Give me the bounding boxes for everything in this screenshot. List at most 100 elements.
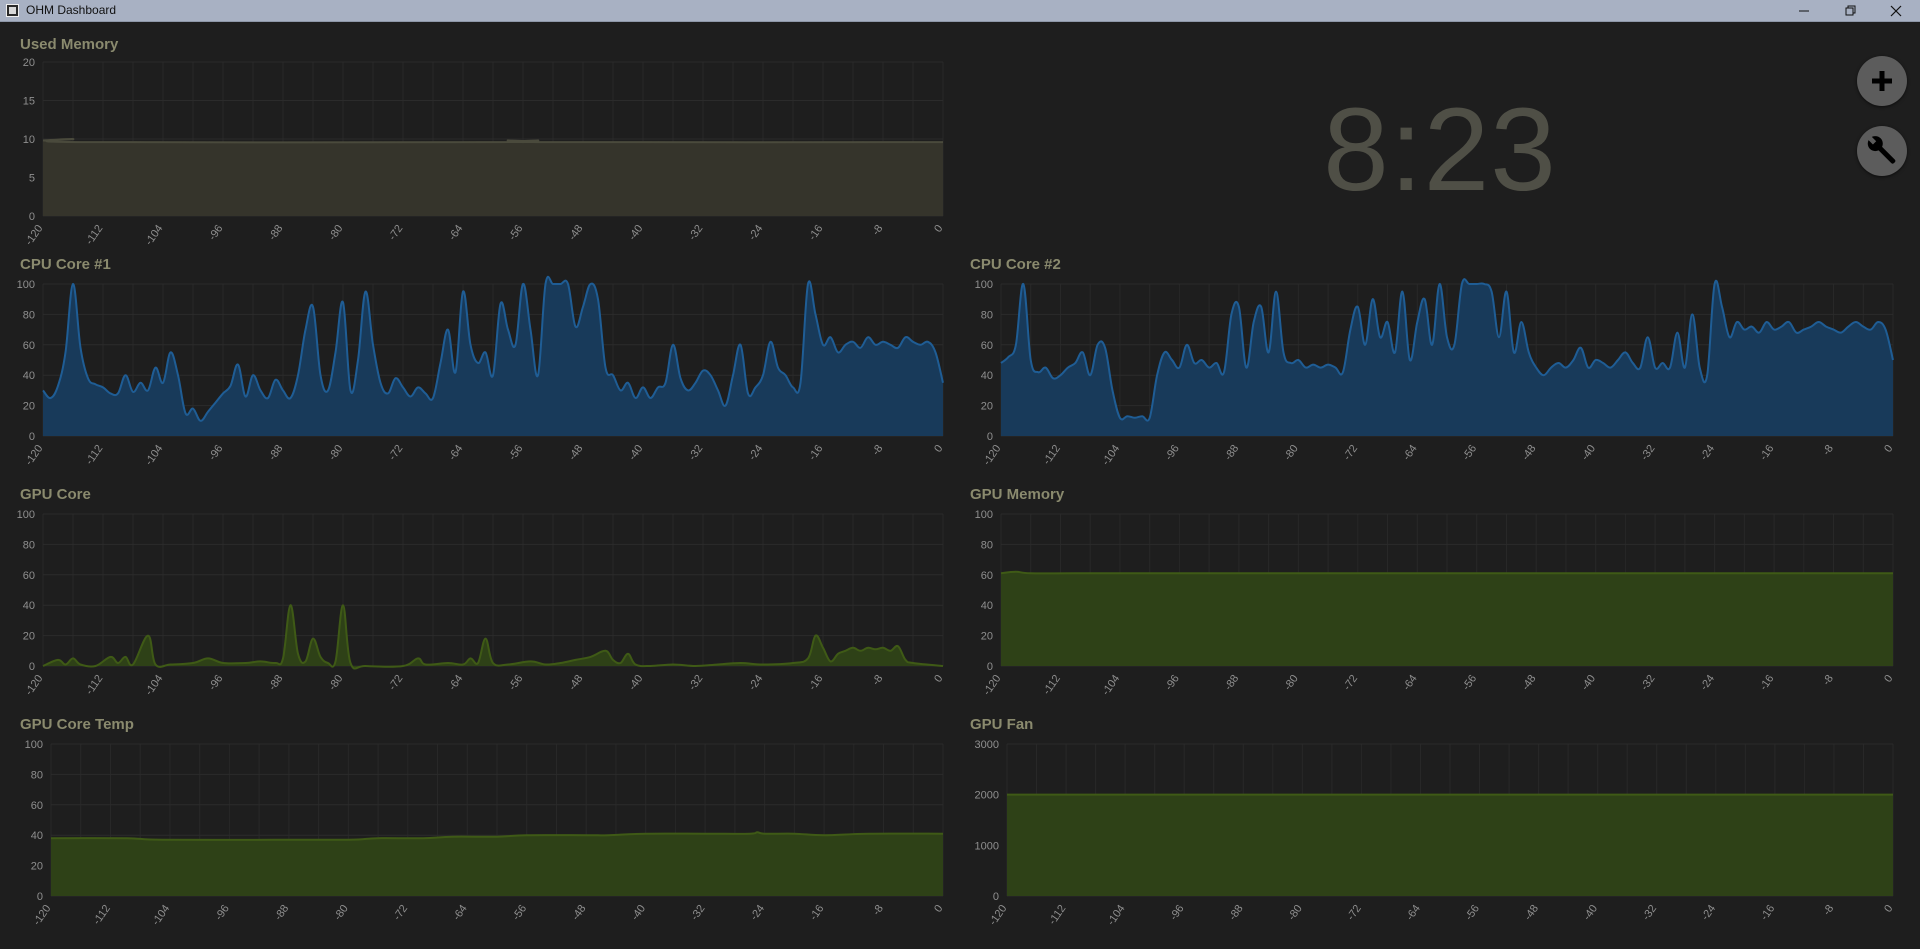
x-tick-label: -32 xyxy=(1640,903,1659,923)
x-tick-label: -72 xyxy=(1345,903,1364,923)
x-tick-label: -48 xyxy=(570,903,589,923)
x-tick-label: -88 xyxy=(267,223,286,243)
y-tick-label: 60 xyxy=(31,800,43,812)
y-tick-label: 80 xyxy=(31,769,43,781)
settings-button[interactable] xyxy=(1857,126,1907,176)
x-tick-label: 0 xyxy=(1882,903,1895,915)
x-tick-label: -16 xyxy=(807,223,826,243)
restore-button[interactable] xyxy=(1827,0,1873,22)
x-tick-label: -40 xyxy=(627,223,646,243)
gpu-memory-chart: GPU Memory 0 20 40 60 80 100 -120 -112 -104 -96 -88… xyxy=(970,486,1895,698)
y-tick-label: 3000 xyxy=(975,739,999,751)
used-memory-title: Used Memory xyxy=(20,36,119,53)
x-tick-label: -104 xyxy=(143,223,165,248)
plus-icon xyxy=(1872,71,1892,91)
x-tick-label: -32 xyxy=(687,443,706,463)
x-tick-label: -24 xyxy=(747,223,766,243)
x-tick-label: -8 xyxy=(871,903,886,918)
x-tick-label: -120 xyxy=(987,903,1009,928)
cpu-core-1-title: CPU Core #1 xyxy=(20,256,111,273)
x-tick-label: -64 xyxy=(1404,903,1423,923)
x-tick-label: -72 xyxy=(1341,673,1360,693)
x-tick-label: -80 xyxy=(1282,673,1301,693)
x-tick-label: -112 xyxy=(91,903,113,927)
wrench-icon xyxy=(1867,135,1896,164)
gpu-fan-area xyxy=(1007,794,1893,896)
x-tick-label: -16 xyxy=(807,443,826,463)
x-tick-label: -32 xyxy=(1639,673,1658,693)
cpu-core-2-chart: CPU Core #2 0 20 40 60 80 100 -120 -112 -104 -96 -8… xyxy=(970,256,1895,468)
close-icon xyxy=(1890,5,1902,17)
x-tick-label: -8 xyxy=(1821,673,1836,688)
y-tick-label: 0 xyxy=(987,431,993,443)
x-tick-label: -96 xyxy=(207,673,226,693)
x-tick-label: -96 xyxy=(213,903,232,923)
restore-icon xyxy=(1845,5,1856,16)
dashboard: Used Memory 0 5 10 15 20 -120 -112 -104 -96 -88 -80… xyxy=(0,22,1920,945)
x-tick-label: -112 xyxy=(1041,443,1063,467)
x-tick-label: -112 xyxy=(1047,903,1069,927)
x-tick-label: -32 xyxy=(1639,443,1658,463)
y-tick-label: 5 xyxy=(29,173,35,185)
x-tick-label: -48 xyxy=(1522,903,1541,923)
x-tick-label: -72 xyxy=(1341,443,1360,463)
y-tick-label: 40 xyxy=(23,370,35,382)
y-tick-label: 80 xyxy=(981,309,993,321)
y-tick-label: 0 xyxy=(987,661,993,673)
used-memory-area xyxy=(43,138,943,216)
x-tick-label: -48 xyxy=(567,673,586,693)
y-tick-label: 100 xyxy=(975,279,993,291)
x-tick-label: 0 xyxy=(932,673,945,685)
y-tick-label: 20 xyxy=(23,57,35,69)
y-tick-label: 40 xyxy=(981,600,993,612)
x-tick-label: 0 xyxy=(1882,673,1895,685)
x-tick-label: -48 xyxy=(1520,443,1539,463)
x-tick-label: -56 xyxy=(1460,673,1479,693)
x-tick-label: -88 xyxy=(267,673,286,693)
x-tick-label: -16 xyxy=(807,673,826,693)
y-tick-label: 0 xyxy=(37,891,43,903)
gpu-core-title: GPU Core xyxy=(20,486,91,503)
y-tick-label: 2000 xyxy=(975,790,999,802)
x-tick-label: -88 xyxy=(1222,443,1241,463)
x-tick-label: -104 xyxy=(143,443,165,468)
x-tick-label: -24 xyxy=(748,903,767,923)
x-tick-label: -16 xyxy=(808,903,827,923)
x-tick-label: -24 xyxy=(747,443,766,463)
y-tick-label: 60 xyxy=(981,340,993,352)
gpu-memory-title: GPU Memory xyxy=(970,486,1065,503)
y-tick-label: 60 xyxy=(981,570,993,582)
x-tick-label: -56 xyxy=(507,223,526,243)
x-tick-label: -120 xyxy=(23,673,45,698)
minimize-button[interactable] xyxy=(1781,0,1827,22)
x-tick-label: -104 xyxy=(1100,673,1122,698)
y-tick-label: 100 xyxy=(25,739,43,751)
x-tick-label: -8 xyxy=(1821,903,1836,918)
x-tick-label: -64 xyxy=(451,903,470,923)
x-tick-label: -80 xyxy=(327,673,346,693)
x-tick-label: -8 xyxy=(870,223,885,238)
x-tick-label: -24 xyxy=(747,673,766,693)
y-tick-label: 40 xyxy=(31,830,43,842)
y-tick-label: 40 xyxy=(23,600,35,612)
x-tick-label: -80 xyxy=(327,443,346,463)
title-bar[interactable]: OHM Dashboard xyxy=(0,0,1920,22)
x-tick-label: -120 xyxy=(981,673,1003,698)
gpu-core-temp-title: GPU Core Temp xyxy=(20,716,134,733)
x-tick-label: -104 xyxy=(1105,903,1127,928)
close-button[interactable] xyxy=(1873,0,1919,22)
x-tick-label: -96 xyxy=(1163,443,1182,463)
x-tick-label: -64 xyxy=(1401,443,1420,463)
add-button[interactable] xyxy=(1857,56,1907,106)
x-tick-label: -112 xyxy=(83,223,105,247)
y-tick-label: 20 xyxy=(31,861,43,873)
gpu-fan-title: GPU Fan xyxy=(970,716,1033,733)
x-tick-label: -120 xyxy=(23,223,45,248)
x-tick-label: -120 xyxy=(23,443,45,468)
y-tick-label: 80 xyxy=(981,539,993,551)
y-tick-label: 100 xyxy=(975,509,993,521)
x-tick-label: -32 xyxy=(687,223,706,243)
gpu-memory-area xyxy=(1001,571,1893,666)
x-tick-label: -72 xyxy=(387,443,406,463)
x-tick-label: -40 xyxy=(629,903,648,923)
